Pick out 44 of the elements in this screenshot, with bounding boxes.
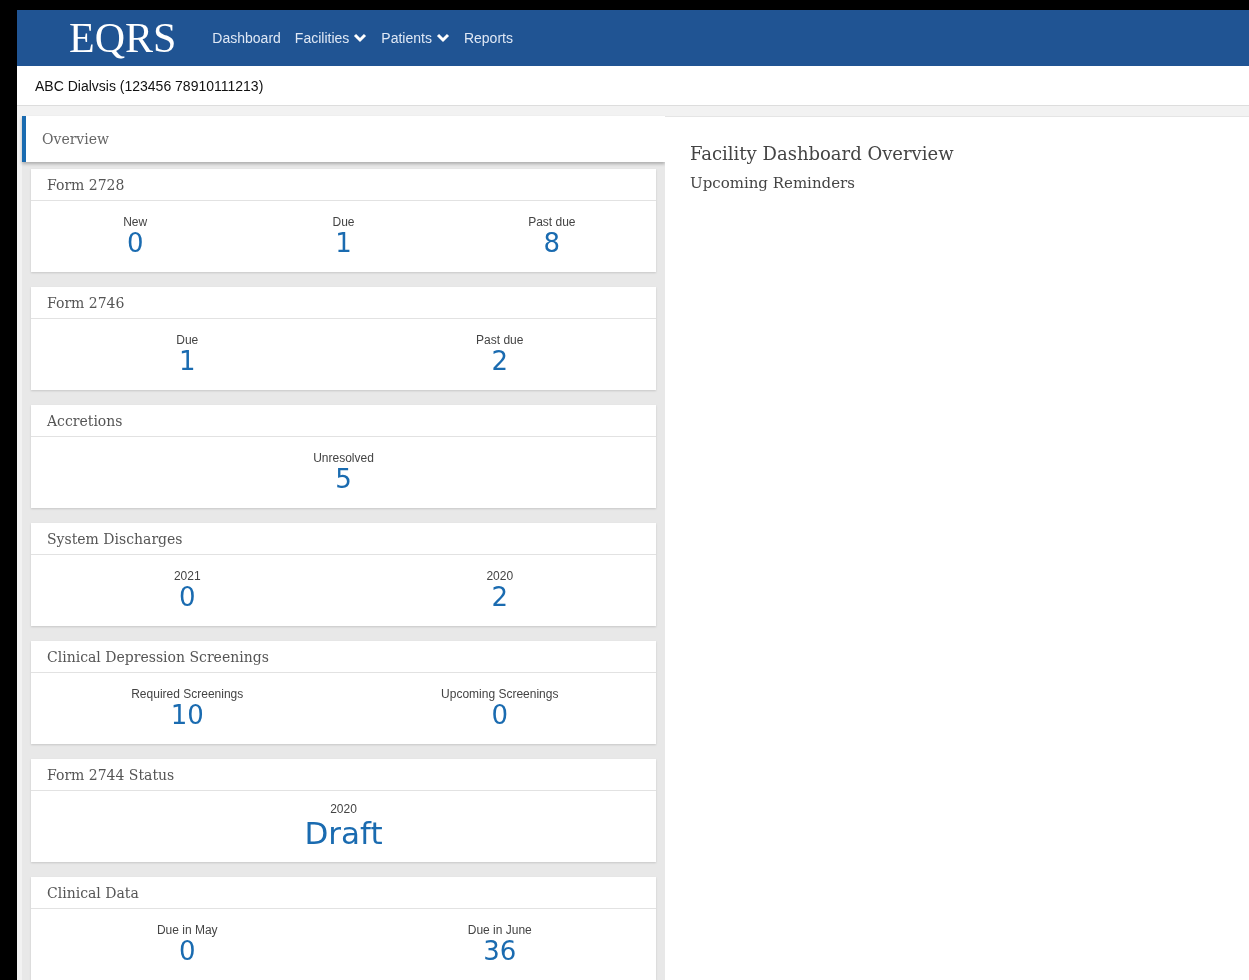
- nav-link[interactable]: Patients: [381, 30, 450, 47]
- stat-value[interactable]: 10: [170, 701, 204, 730]
- card-title: Form 2744 Status: [31, 759, 656, 791]
- stat-value[interactable]: 0: [178, 583, 196, 612]
- stat-label: Due: [176, 333, 199, 348]
- logo[interactable]: EQRS: [69, 17, 177, 60]
- card-title: Clinical Data: [31, 877, 656, 909]
- stat-label: Past due: [476, 333, 524, 348]
- stat-value[interactable]: 2: [491, 347, 508, 376]
- card-title: Accretions: [31, 405, 656, 437]
- card-title: Form 2746: [31, 287, 656, 319]
- page-title: Facility Dashboard Overview: [690, 143, 955, 164]
- chevron-down-icon: [435, 33, 450, 44]
- stat-value[interactable]: 1: [178, 347, 196, 376]
- stat-label: 2020: [330, 802, 357, 817]
- stat-value[interactable]: 8: [543, 229, 561, 258]
- stat-label: Unresolved: [313, 451, 374, 466]
- stat-label: 2020: [486, 569, 514, 584]
- nav-link[interactable]: Reports: [463, 30, 513, 47]
- stat-value[interactable]: 2: [491, 583, 508, 612]
- stat-value[interactable]: 36: [483, 937, 517, 966]
- card-title: Form 2728: [31, 169, 656, 201]
- stat-label: Past due: [528, 215, 576, 230]
- nav-link[interactable]: Facilities: [294, 30, 368, 47]
- stat-value[interactable]: 5: [335, 465, 352, 494]
- stat-label: Upcoming Screenings: [441, 687, 559, 702]
- card-title: Clinical Depression Screenings: [31, 641, 656, 673]
- stat-value[interactable]: 0: [178, 937, 196, 966]
- stat-label: 2021: [173, 569, 201, 584]
- section-title: Upcoming Reminders: [690, 174, 856, 192]
- stat-value[interactable]: Draft: [304, 816, 383, 851]
- chevron-down-icon: [353, 33, 368, 44]
- stat-label: Due in May: [156, 923, 218, 938]
- nav-link[interactable]: Dashboard: [212, 30, 281, 47]
- stat-label: New: [123, 215, 148, 230]
- stat-value[interactable]: 0: [491, 701, 508, 730]
- stat-value[interactable]: 1: [335, 229, 352, 258]
- stat-label: Due in June: [467, 923, 532, 938]
- facility-name: ABC Dialvsis (123456 78910111213): [17, 66, 1249, 106]
- stat-label: Due: [332, 215, 355, 230]
- stat-value[interactable]: 0: [126, 229, 144, 258]
- overview-tab[interactable]: Overview: [22, 116, 665, 162]
- card-title: System Discharges: [31, 523, 656, 555]
- stat-label: Required Screenings: [131, 687, 244, 702]
